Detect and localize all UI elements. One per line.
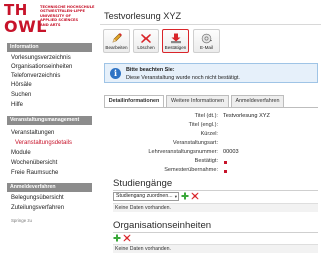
tab-anmeldeverfahren[interactable]: Anmeldeverfahren xyxy=(231,95,284,107)
chevron-down-icon: ▾ xyxy=(174,194,177,199)
notice-text: Diese Veranstaltung wurde noch nicht bes… xyxy=(126,75,240,81)
confirm-button-label: Bestätigen xyxy=(164,45,187,50)
sidebar-item-vorlesungsverzeichnis[interactable]: Vorlesungsverzeichnis xyxy=(11,54,71,62)
field-label-veranstaltungsart: Veranstaltungsart: xyxy=(172,140,218,146)
logo-mark-line1: TH xyxy=(4,1,28,19)
edit-button-label: Bearbeiten xyxy=(105,45,128,50)
unchecked-status-marker xyxy=(224,161,227,164)
sidebar-item-telefonverzeichnis[interactable]: Telefonverzeichnis xyxy=(11,72,60,80)
email-button-label: E-Mail xyxy=(199,45,214,50)
sidebar-item-freie-raumsuche[interactable]: Freie Raumsuche xyxy=(11,169,58,177)
sidebar-item-zuteilungsverfahren[interactable]: Zuteilungsverfahren xyxy=(11,204,64,212)
th-owl-logo[interactable]: TH OWL Technische Hochschule Ostwestfale… xyxy=(4,1,94,37)
springe-zu-link[interactable]: Springe zu xyxy=(11,218,32,223)
studiengang-select[interactable]: Studiengang zuordnen... ▾ xyxy=(113,192,179,201)
field-label-titel-engl: Titel (engl.): xyxy=(188,122,218,128)
logo-wordmark: Technische Hochschule Ostwestfalen-Lippe… xyxy=(40,5,94,27)
studiengang-select-value: Studiengang zuordnen... xyxy=(116,193,173,199)
sidebar-item-hilfe[interactable]: Hilfe xyxy=(11,101,23,109)
pencil-icon xyxy=(112,33,122,43)
studiengaenge-empty-row: Keine Daten vorhanden. xyxy=(113,203,318,212)
field-label-kuerzel: Kürzel: xyxy=(200,131,218,137)
notice-box: i Bitte beachten Sie: Diese Veranstaltun… xyxy=(104,63,318,83)
sidebar-item-organisationseinheiten[interactable]: Organisationseinheiten xyxy=(11,63,72,71)
unchecked-status-marker xyxy=(224,170,227,173)
remove-x-icon[interactable] xyxy=(123,234,131,242)
sidebar-item-wochenuebersicht[interactable]: Wochenübersicht xyxy=(11,159,57,167)
field-label-titel-dt: Titel (dt.): xyxy=(194,113,218,119)
field-label-semesteruebernahme: Semesterübernahme: xyxy=(164,167,218,173)
add-plus-icon[interactable] xyxy=(113,234,121,242)
nav-header-information: Information xyxy=(7,43,92,52)
confirm-arrow-icon xyxy=(170,33,181,44)
tab-weitere-informationen[interactable]: Weitere Informationen xyxy=(166,95,229,107)
nav-header-veranstaltungsmanagement: Veranstaltungsmanagement xyxy=(7,116,92,125)
field-value-titel-dt: Testvorlesung XYZ xyxy=(223,113,270,119)
delete-button-label: Löschen xyxy=(137,45,155,50)
section-divider xyxy=(113,190,318,191)
email-button[interactable]: E-Mail xyxy=(193,29,220,53)
sidebar-item-module[interactable]: Module xyxy=(11,149,31,157)
title-divider xyxy=(100,24,321,25)
section-divider xyxy=(113,232,318,233)
add-plus-icon[interactable] xyxy=(181,192,189,200)
field-label-lehrveranstaltungsnummer: Lehrveranstaltungsnummer: xyxy=(148,149,218,155)
field-value-lehrveranstaltungsnummer: 00003 xyxy=(223,149,239,155)
email-icon xyxy=(201,33,212,44)
info-icon: i xyxy=(110,68,121,79)
page-title: Testvorlesung XYZ xyxy=(104,11,182,21)
sidebar-item-suchen[interactable]: Suchen xyxy=(11,91,31,99)
sidebar-item-belegungsuebersicht[interactable]: Belegungsübersicht xyxy=(11,194,64,202)
sidebar-item-veranstaltungen[interactable]: Veranstaltungen xyxy=(11,129,54,137)
sidebar: TH OWL Technische Hochschule Ostwestfale… xyxy=(0,0,94,254)
nav-header-anmeldeverfahren: Anmeldeverfahren xyxy=(7,183,92,192)
section-title-studiengaenge: Studiengänge xyxy=(113,178,173,189)
delete-button[interactable]: Löschen xyxy=(133,29,159,53)
confirm-button[interactable]: Bestätigen xyxy=(162,29,189,53)
section-title-organisationseinheiten: Organisationseinheiten xyxy=(113,220,212,231)
sidebar-item-hoersaele[interactable]: Hörsäle xyxy=(11,81,32,89)
edit-button[interactable]: Bearbeiten xyxy=(103,29,130,53)
sidebar-item-veranstaltungsdetails[interactable]: Veranstaltungsdetails xyxy=(15,139,72,147)
organisationseinheiten-empty-row: Keine Daten vorhanden. xyxy=(113,244,318,253)
notice-title: Bitte beachten Sie: xyxy=(126,67,175,73)
logo-text-line: and Arts xyxy=(40,22,61,27)
field-label-bestaetigt: Bestätigt: xyxy=(194,158,218,164)
delete-x-icon xyxy=(141,34,151,43)
tab-underline xyxy=(104,107,318,108)
remove-x-icon[interactable] xyxy=(191,192,199,200)
